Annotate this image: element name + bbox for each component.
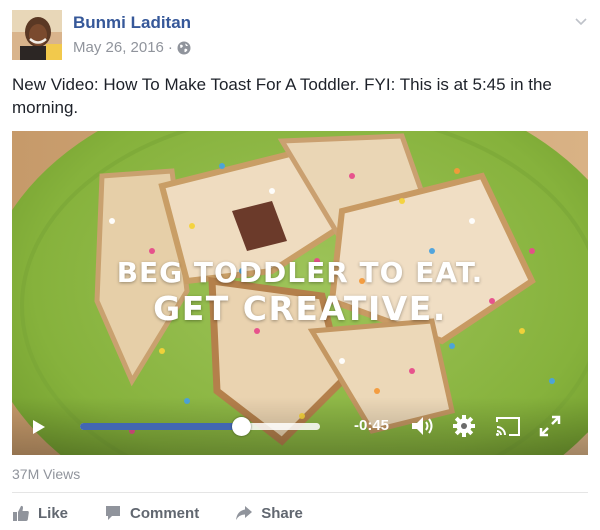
post-meta: May 26, 2016 · [73,39,191,56]
actions-divider [12,492,588,493]
comment-button[interactable]: Comment [104,504,199,522]
volume-icon[interactable] [410,414,436,438]
share-label: Share [261,504,303,522]
video-caption-line1: BEG TODDLER TO EAT. [116,256,484,289]
comment-bubble-icon [106,506,121,520]
time-remaining: -0:45 [354,417,390,434]
video-progress-bar[interactable] [80,417,320,436]
author-name-link[interactable]: Bunmi Laditan [73,13,191,33]
chevron-down-icon[interactable] [574,14,588,28]
post-date-link[interactable]: May 26, 2016 [73,39,164,56]
video-progress-handle[interactable] [231,417,251,436]
play-icon[interactable] [28,417,48,437]
thumbs-up-icon [13,505,29,521]
video-player[interactable]: BEG TODDLER TO EAT. GET CREATIVE. -0:45 [12,131,588,455]
video-caption-line2: GET CREATIVE. [153,289,447,328]
comment-label: Comment [130,504,200,522]
cast-icon[interactable] [495,416,521,437]
post-text: New Video: How To Make Toast For A Toddl… [12,75,552,117]
view-count[interactable]: 37M Views [12,466,80,482]
like-button[interactable]: Like [12,504,68,522]
meta-separator: · [167,39,173,56]
post-actions: Like Comment Share [12,500,339,526]
video-progress-fill [80,423,241,430]
globe-icon[interactable] [177,41,191,55]
video-controls-bar: -0:45 [12,397,588,455]
share-button[interactable]: Share [235,504,303,522]
facebook-post: Bunmi Laditan May 26, 2016 · New Video: … [0,0,600,530]
share-arrow-icon [236,506,253,520]
fullscreen-icon[interactable] [539,415,561,437]
settings-gear-icon[interactable] [452,414,476,438]
author-avatar[interactable] [12,10,62,60]
like-label: Like [38,504,69,522]
